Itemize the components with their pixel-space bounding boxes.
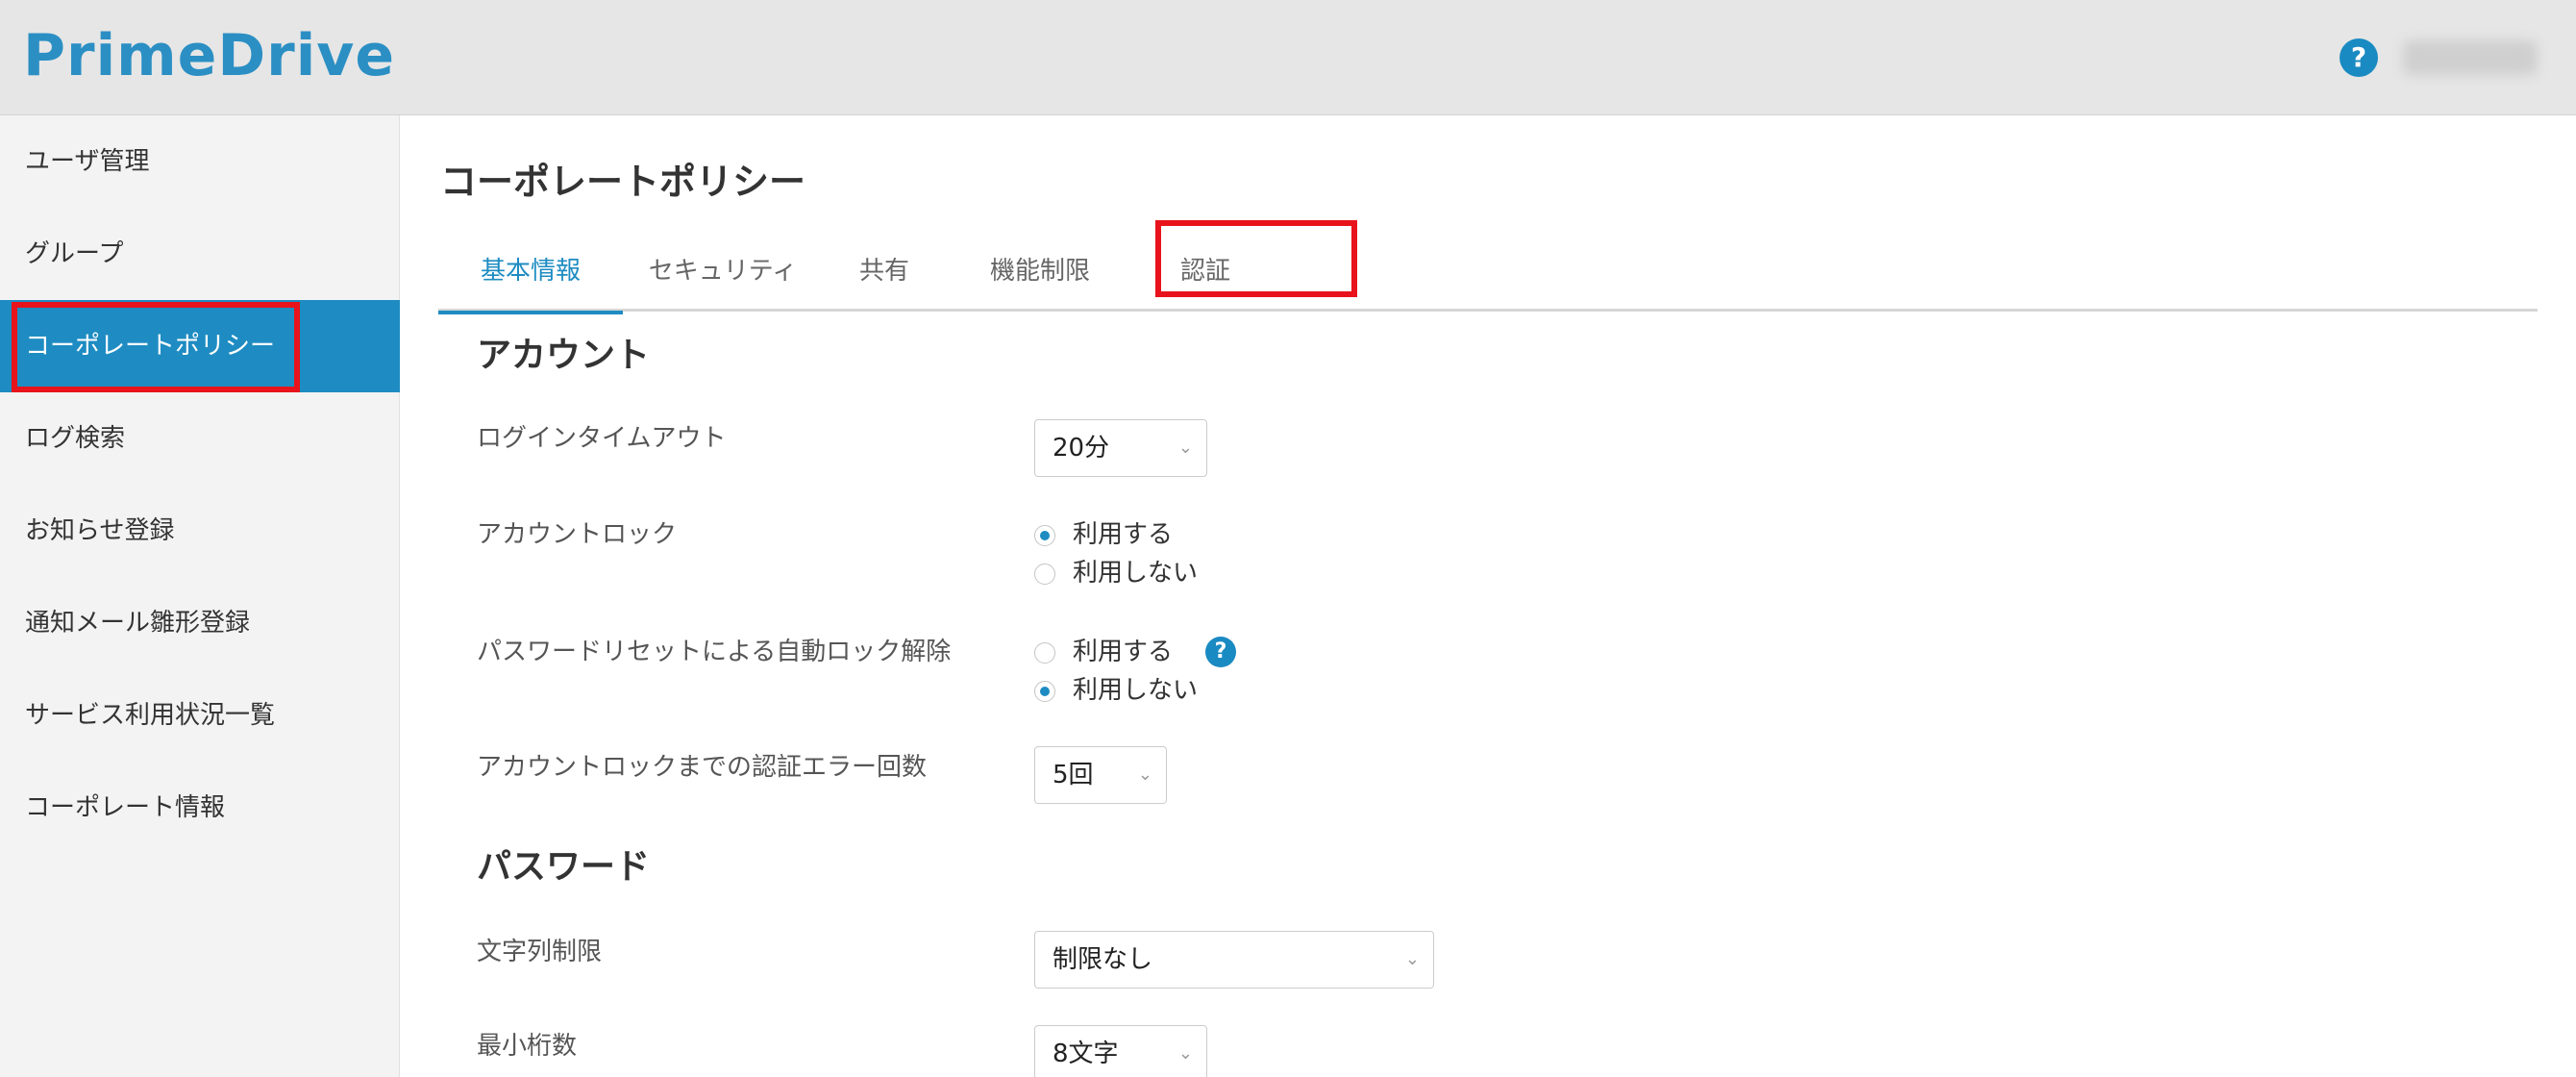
sidebar-item-mail-template-registration[interactable]: 通知メール雛形登録	[0, 577, 400, 669]
auth-error-count-select[interactable]: 5回 ⌄	[1034, 746, 1167, 804]
chevron-down-icon: ⌄	[1177, 438, 1193, 458]
char-restriction-select[interactable]: 制限なし ⌄	[1034, 931, 1434, 989]
sidebar-item-log-search[interactable]: ログ検索	[0, 392, 400, 485]
tab-sharing[interactable]: 共有	[823, 231, 946, 312]
chevron-down-icon: ⌄	[1137, 764, 1152, 785]
tab-basic-info[interactable]: 基本情報	[438, 231, 623, 314]
sidebar-item-notice-registration[interactable]: お知らせ登録	[0, 485, 400, 577]
radio-label: 利用する	[1073, 638, 1174, 666]
top-header: PrimeDrive ?	[0, 0, 2576, 115]
chevron-down-icon: ⌄	[1404, 949, 1420, 969]
min-length-select[interactable]: 8文字 ⌄	[1034, 1025, 1207, 1077]
section-heading-password: パスワード	[477, 847, 651, 887]
sidebar-nav: ユーザ管理 グループ コーポレートポリシー ログ検索 お知らせ登録 通知メール雛…	[0, 115, 400, 1077]
tab-highlight-box	[1155, 220, 1357, 297]
password-reset-unlock-option-not-use[interactable]: 利用しない	[1034, 673, 1226, 708]
min-length-value: 8文字	[1053, 1039, 1119, 1068]
password-reset-unlock-label: パスワードリセットによる自動ロック解除	[477, 638, 952, 666]
radio-button-checked[interactable]	[1034, 681, 1055, 702]
login-timeout-select[interactable]: 20分 ⌄	[1034, 419, 1207, 477]
tab-feature-restriction[interactable]: 機能制限	[946, 231, 1134, 312]
radio-label: 利用しない	[1073, 559, 1199, 588]
account-lock-option-use[interactable]: 利用する	[1034, 517, 1226, 552]
auth-error-count-value: 5回	[1053, 761, 1094, 789]
sidebar-highlight-box	[12, 302, 300, 392]
account-lock-label: アカウントロック	[477, 520, 678, 549]
page-title: コーポレートポリシー	[440, 161, 806, 203]
chevron-down-icon: ⌄	[1177, 1043, 1193, 1064]
help-icon[interactable]: ?	[1205, 637, 1236, 667]
login-timeout-label: ログインタイムアウト	[477, 424, 727, 453]
radio-button[interactable]	[1034, 642, 1055, 664]
password-reset-unlock-option-use[interactable]: 利用する	[1034, 635, 1188, 669]
radio-label: 利用しない	[1073, 676, 1199, 705]
sidebar-item-corporate-info[interactable]: コーポレート情報	[0, 762, 400, 854]
section-heading-account: アカウント	[477, 336, 651, 375]
sidebar-item-service-usage-list[interactable]: サービス利用状況一覧	[0, 669, 400, 762]
radio-button-checked[interactable]	[1034, 525, 1055, 546]
sidebar-item-user-management[interactable]: ユーザ管理	[0, 115, 400, 208]
help-icon[interactable]: ?	[2340, 38, 2378, 77]
account-lock-option-not-use[interactable]: 利用しない	[1034, 556, 1226, 590]
radio-label: 利用する	[1073, 520, 1174, 549]
char-restriction-value: 制限なし	[1053, 945, 1153, 974]
main-content: コーポレートポリシー 基本情報 セキュリティ 共有 機能制限 認証 アカウント …	[400, 115, 2576, 1077]
radio-button[interactable]	[1034, 564, 1055, 585]
login-timeout-value: 20分	[1053, 434, 1110, 463]
auth-error-count-label: アカウントロックまでの認証エラー回数	[477, 753, 928, 782]
min-length-label: 最小桁数	[477, 1032, 578, 1061]
primedrive-logo[interactable]: PrimeDrive	[23, 21, 395, 90]
user-account-menu[interactable]	[2403, 40, 2538, 75]
tab-bar: 基本情報 セキュリティ 共有 機能制限 認証	[438, 231, 2538, 314]
char-restriction-label: 文字列制限	[477, 938, 603, 966]
tab-security[interactable]: セキュリティ	[623, 231, 823, 312]
sidebar-item-groups[interactable]: グループ	[0, 208, 400, 300]
